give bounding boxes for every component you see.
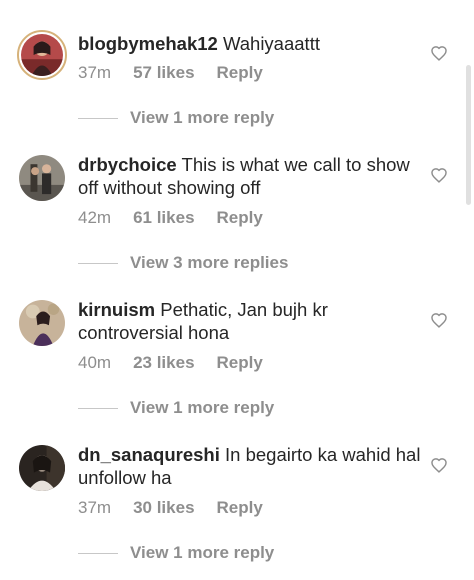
comment-meta: 37m 57 likes Reply xyxy=(78,63,263,83)
avatar-photo-icon xyxy=(21,34,63,76)
divider-line xyxy=(78,117,118,119)
comment-meta: 37m 30 likes Reply xyxy=(78,498,263,518)
comment-text: kirnuism Pethatic, Jan bujh kr controver… xyxy=(78,298,423,344)
view-replies-label: View 1 more reply xyxy=(130,398,275,417)
heart-icon[interactable] xyxy=(430,167,448,183)
likes-count[interactable]: 61 likes xyxy=(133,208,194,228)
comment-item: drbychoice This is what we call to show … xyxy=(0,145,474,290)
comment-time: 40m xyxy=(78,353,112,372)
likes-count[interactable]: 30 likes xyxy=(133,498,194,518)
avatar[interactable] xyxy=(19,445,65,491)
reply-button[interactable]: Reply xyxy=(217,498,263,518)
comment-text: blogbymehak12 Wahiyaaattt xyxy=(78,32,423,55)
comment-item: kirnuism Pethatic, Jan bujh kr controver… xyxy=(0,290,474,435)
divider-line xyxy=(78,262,118,264)
scrollbar[interactable] xyxy=(466,65,471,205)
reply-button[interactable]: Reply xyxy=(217,63,263,83)
view-replies-label: View 1 more reply xyxy=(130,543,275,562)
likes-count[interactable]: 57 likes xyxy=(133,63,194,83)
reply-button[interactable]: Reply xyxy=(217,353,263,373)
divider-line xyxy=(78,552,118,554)
comment-list: blogbymehak12 Wahiyaaattt 37m 57 likes R… xyxy=(0,0,474,578)
view-replies-label: View 3 more replies xyxy=(130,253,289,272)
avatar-photo-icon xyxy=(19,300,65,346)
comment-text: drbychoice This is what we call to show … xyxy=(78,153,423,199)
heart-icon[interactable] xyxy=(430,312,448,328)
heart-icon[interactable] xyxy=(430,45,448,61)
comment-username[interactable]: dn_sanaqureshi xyxy=(78,444,220,465)
heart-icon[interactable] xyxy=(430,457,448,473)
comment-meta: 42m 61 likes Reply xyxy=(78,208,263,228)
comment-meta: 40m 23 likes Reply xyxy=(78,353,263,373)
avatar-photo-icon xyxy=(19,155,65,201)
comment-text: dn_sanaqureshi In begairto ka wahid hal … xyxy=(78,443,423,489)
avatar[interactable] xyxy=(19,300,65,346)
comment-username[interactable]: kirnuism xyxy=(78,299,155,320)
view-replies-label: View 1 more reply xyxy=(130,108,275,127)
comment-item: dn_sanaqureshi In begairto ka wahid hal … xyxy=(0,435,474,580)
comment-body: Wahiyaaattt xyxy=(222,33,320,54)
comment-username[interactable]: blogbymehak12 xyxy=(78,33,218,54)
avatar[interactable] xyxy=(19,155,65,201)
comment-time: 42m xyxy=(78,208,112,227)
comment-username[interactable]: drbychoice xyxy=(78,154,177,175)
view-replies-button[interactable]: View 3 more replies xyxy=(78,253,288,273)
avatar[interactable] xyxy=(17,30,67,80)
comment-time: 37m xyxy=(78,63,112,82)
comment-item: blogbymehak12 Wahiyaaattt 37m 57 likes R… xyxy=(0,0,474,145)
view-replies-button[interactable]: View 1 more reply xyxy=(78,543,274,563)
view-replies-button[interactable]: View 1 more reply xyxy=(78,108,274,128)
comment-time: 37m xyxy=(78,498,112,517)
reply-button[interactable]: Reply xyxy=(217,208,263,228)
view-replies-button[interactable]: View 1 more reply xyxy=(78,398,274,418)
likes-count[interactable]: 23 likes xyxy=(133,353,194,373)
avatar-photo-icon xyxy=(19,445,65,491)
divider-line xyxy=(78,407,118,409)
